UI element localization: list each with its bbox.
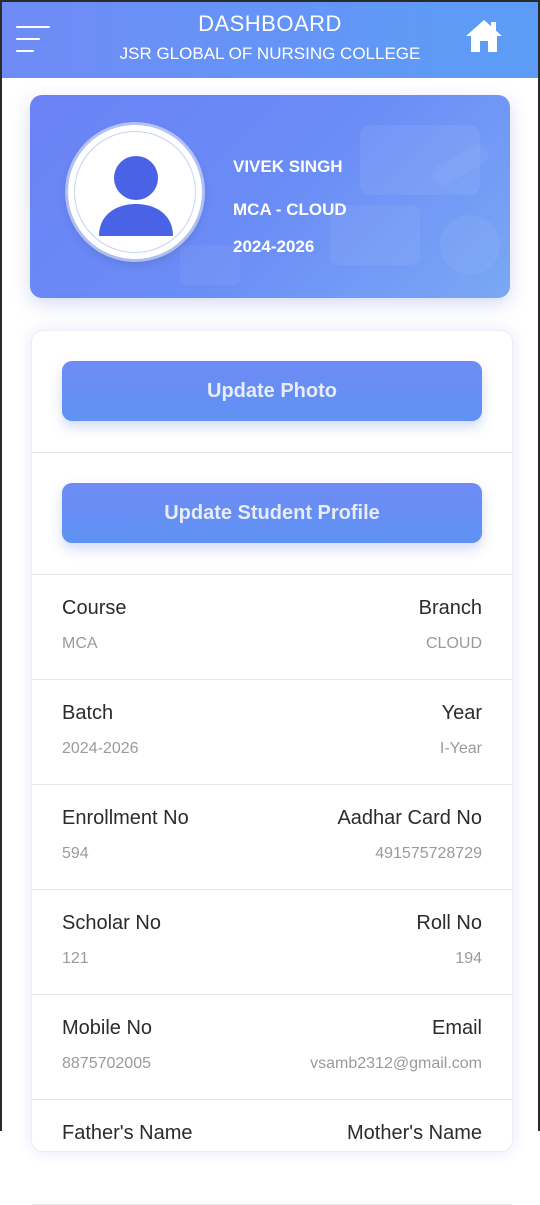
- year-label: Year: [441, 702, 482, 724]
- enrollment-value: 594: [62, 845, 89, 862]
- student-course: MCA - CLOUD: [233, 200, 347, 219]
- detail-row-course: Course MCA Branch CLOUD: [32, 575, 512, 680]
- batch-label: Batch: [62, 702, 114, 724]
- profile-card: VIVEK SINGH MCA - CLOUD 2024-2026: [30, 95, 510, 298]
- mother-name-label: Mother's Name: [347, 1122, 482, 1144]
- detail-row-scholar: Scholar No 121 Roll No 194: [32, 890, 512, 995]
- detail-row-parents: Father's Name Mother's Name: [32, 1100, 512, 1205]
- father-name-label: Father's Name: [62, 1122, 193, 1144]
- roll-label: Roll No: [416, 912, 482, 934]
- course-label: Course: [62, 597, 127, 619]
- scholar-label: Scholar No: [62, 912, 161, 934]
- email-value: vsamb2312@gmail.com: [310, 1055, 482, 1072]
- mobile-value: 8875702005: [62, 1055, 151, 1072]
- roll-value: 194: [455, 950, 482, 967]
- detail-row-enrollment: Enrollment No 594 Aadhar Card No 4915757…: [32, 785, 512, 890]
- detail-row-mobile: Mobile No 8875702005 Email vsamb2312@gma…: [32, 995, 512, 1100]
- college-name: JSR GLOBAL OF NURSING COLLEGE: [119, 44, 421, 63]
- detail-row-batch: Batch 2024-2026 Year I-Year: [32, 680, 512, 785]
- student-name: VIVEK SINGH: [233, 157, 343, 176]
- avatar[interactable]: [68, 125, 202, 259]
- scholar-value: 121: [62, 950, 89, 967]
- page-title: DASHBOARD: [198, 11, 342, 36]
- update-student-profile-button[interactable]: Update Student Profile: [62, 483, 482, 543]
- app-header: DASHBOARD JSR GLOBAL OF NURSING COLLEGE: [2, 2, 538, 78]
- update-photo-section: Update Photo: [32, 331, 512, 453]
- enrollment-label: Enrollment No: [62, 807, 189, 829]
- batch-value: 2024-2026: [62, 740, 139, 757]
- branch-value: CLOUD: [425, 635, 482, 652]
- user-avatar-icon: [99, 156, 173, 236]
- branch-label: Branch: [418, 597, 482, 619]
- update-photo-button[interactable]: Update Photo: [62, 361, 482, 421]
- year-value: I-Year: [439, 740, 482, 757]
- student-info-card: Update Photo Update Student Profile Cour…: [31, 330, 513, 1205]
- email-label: Email: [431, 1017, 482, 1039]
- mobile-label: Mobile No: [62, 1017, 153, 1039]
- course-value: MCA: [62, 635, 98, 652]
- home-icon[interactable]: [464, 18, 504, 54]
- student-session: 2024-2026: [233, 237, 315, 256]
- update-profile-section: Update Student Profile: [32, 453, 512, 575]
- aadhar-label: Aadhar Card No: [337, 807, 482, 829]
- aadhar-value: 491575728729: [375, 845, 482, 862]
